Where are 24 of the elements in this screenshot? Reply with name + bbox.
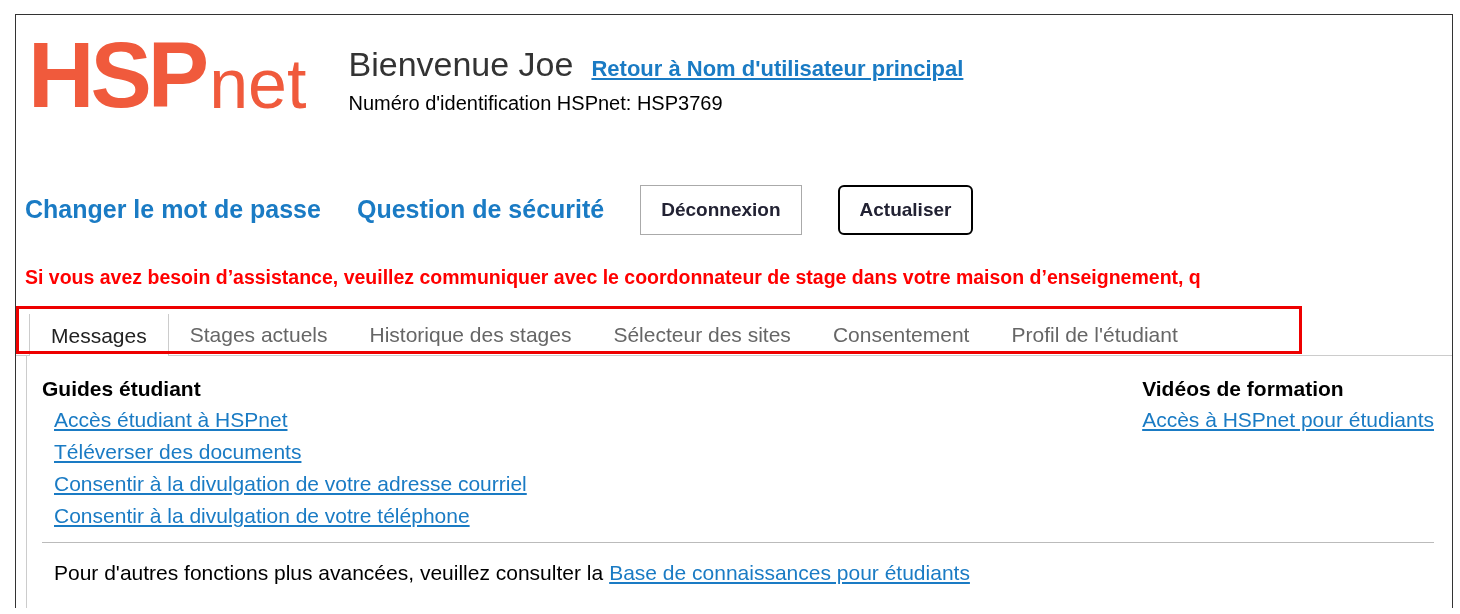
- tab[interactable]: Messages: [29, 314, 169, 357]
- hspnet-logo: HSPnet: [28, 29, 307, 121]
- id-text: Numéro d'identification HSPnet: HSP3769: [348, 90, 724, 116]
- return-link[interactable]: Retour à Nom d'utilisateur principal: [591, 52, 964, 85]
- tab[interactable]: Stages actuels: [168, 313, 349, 356]
- header-button[interactable]: Déconnexion: [640, 185, 802, 235]
- account-link[interactable]: Question de sécurité: [356, 191, 605, 229]
- guide-link[interactable]: Téléverser des documents: [54, 436, 302, 469]
- assistance-warning: Si vous avez besoin d’assistance, veuillez communiquer avec le coordonnateur de stage dans votre maison d’enseignement, q: [24, 265, 1202, 290]
- tab[interactable]: Historique des stages: [348, 313, 593, 356]
- guide-link[interactable]: Accès étudiant à HSPnet: [54, 404, 288, 437]
- knowledge-base-link[interactable]: Base de connaissances pour étudiants: [609, 557, 970, 589]
- guide-link[interactable]: Consentir à la divulgation de votre adresse courriel: [54, 468, 527, 501]
- welcome-heading: Bienvenue Joe: [348, 44, 574, 85]
- video-link[interactable]: Accès à HSPnet pour étudiants: [1142, 404, 1434, 437]
- section-heading: Vidéos de formation: [1142, 376, 1345, 403]
- section-heading: Guides étudiant: [42, 376, 202, 403]
- tab[interactable]: Sélecteur des sites: [592, 313, 812, 356]
- footer-text: Pour d'autres fonctions plus avancées, veuillez consulter la: [54, 560, 604, 587]
- tab[interactable]: Profil de l'étudiant: [990, 313, 1199, 356]
- account-link[interactable]: Changer le mot de passe: [25, 191, 321, 229]
- tab[interactable]: Consentement: [811, 313, 991, 356]
- header-button[interactable]: Actualiser: [837, 185, 974, 235]
- guide-link[interactable]: Consentir à la divulgation de votre téléphone: [54, 500, 470, 533]
